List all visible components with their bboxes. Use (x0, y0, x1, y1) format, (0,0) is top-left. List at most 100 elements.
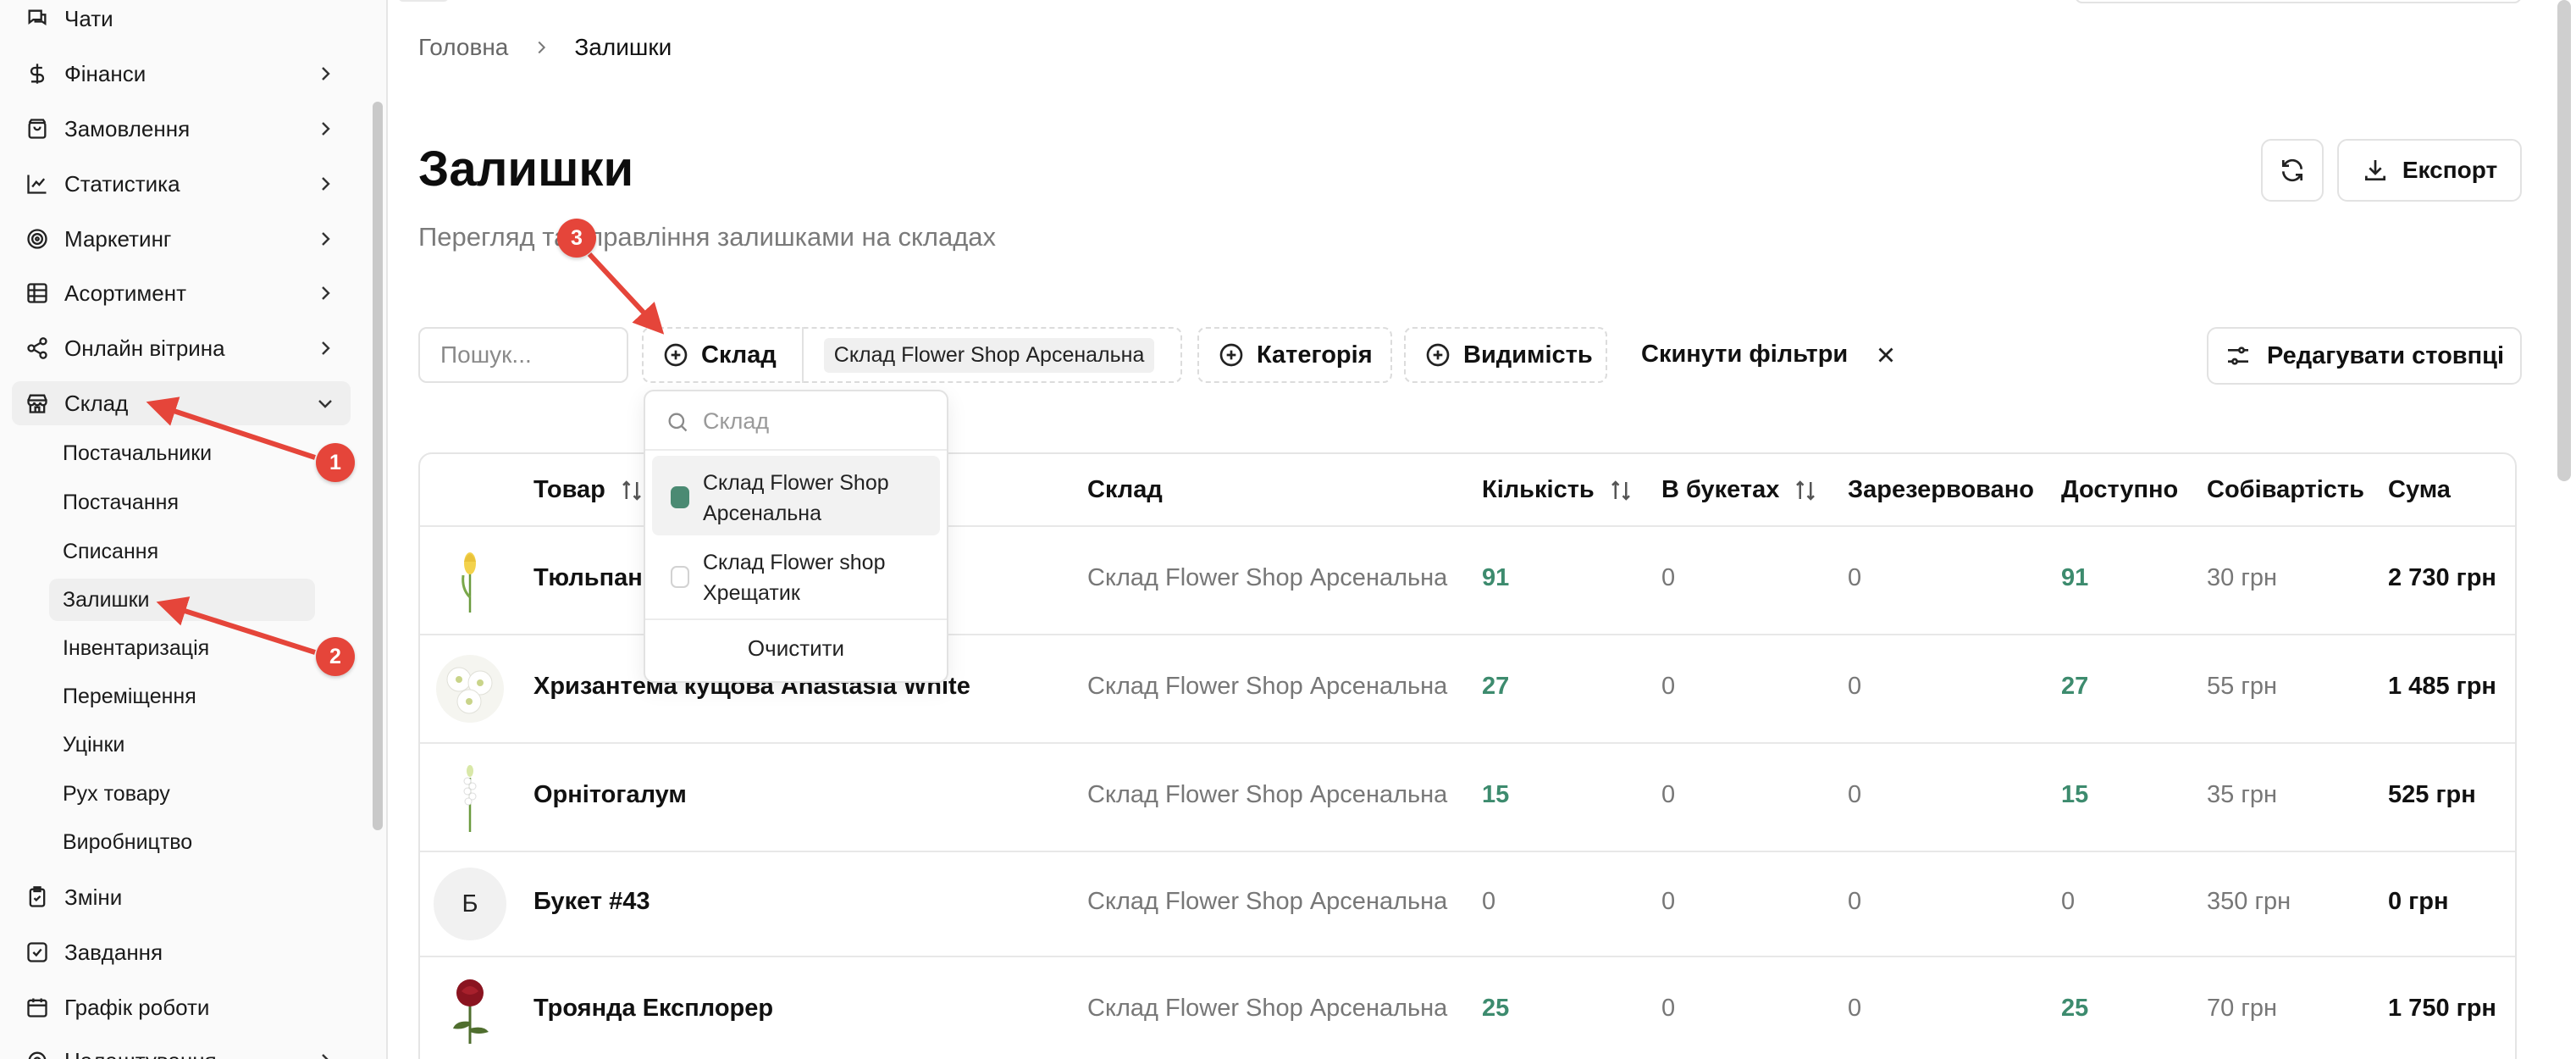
quantity-value: 0 (1482, 888, 1496, 915)
sidebar-item-label: Маркетинг (64, 225, 172, 252)
breadcrumb-home-link[interactable]: Головна (418, 34, 508, 61)
in-bouquets-value: 0 (1661, 995, 1676, 1022)
product-name[interactable]: Орнітогалум (533, 781, 687, 809)
product-name[interactable]: Тюльпан (533, 564, 643, 592)
dropdown-divider (645, 449, 947, 451)
export-button-label: Експорт (2402, 157, 2498, 183)
cost-value: 70 грн (2207, 995, 2278, 1022)
sort-icon (622, 480, 641, 501)
product-name[interactable]: Троянда Експлорер (533, 995, 773, 1023)
plus-circle-icon (664, 343, 688, 367)
reserved-value: 0 (1848, 673, 1862, 700)
sidebar-item-finance[interactable]: Фінанси (12, 52, 351, 96)
sum-value: 525 грн (2388, 781, 2476, 808)
warehouse-name: Склад Flower Shop Арсенальна (1087, 888, 1448, 915)
calendar-icon (25, 995, 49, 1019)
close-icon[interactable] (1873, 342, 1899, 368)
chevron-down-icon (318, 400, 332, 408)
warehouse-filter-label: Склад (701, 341, 777, 369)
warehouse-selected-tag: Склад Flower Shop Арсенальна (823, 337, 1155, 373)
option-checkbox[interactable] (671, 486, 689, 508)
product-thumbnail-ornithogalum (434, 761, 506, 834)
sidebar-subitem-writeoffs[interactable]: Списання (49, 530, 315, 573)
export-button[interactable]: Експорт (2337, 139, 2522, 202)
dropdown-option-khreshchatyk[interactable]: Склад Flower shop Хрещатик (652, 535, 940, 615)
dropdown-option-arsenalna[interactable]: Склад Flower Shop Арсенальна (652, 456, 940, 535)
sum-value: 1 485 грн (2388, 673, 2496, 700)
table-row[interactable]: Троянда Експлорер Склад Flower Shop Арсе… (420, 957, 2515, 1059)
sidebar-item-orders[interactable]: Замовлення (12, 107, 351, 151)
grid-table-icon (25, 281, 49, 305)
product-name[interactable]: Букет #43 (533, 888, 650, 916)
sidebar-item-chats[interactable]: Чати (12, 0, 351, 41)
edit-columns-button[interactable]: Редагувати стовпці (2207, 327, 2522, 385)
sidebar-subitem-markdowns[interactable]: Уцінки (49, 724, 315, 766)
chevron-right-icon (322, 177, 330, 191)
dropdown-search[interactable]: Склад (666, 408, 769, 435)
sidebar-subitem-production[interactable]: Виробництво (49, 821, 315, 863)
chevron-right-icon (322, 232, 330, 246)
in-bouquets-value: 0 (1661, 564, 1676, 591)
sidebar-item-tasks[interactable]: Завдання (12, 930, 351, 974)
refresh-button[interactable] (2261, 139, 2324, 202)
product-thumbnail-letter: Б (434, 868, 506, 940)
visibility-filter-chip[interactable]: Видимість (1404, 327, 1607, 383)
sidebar-item-settings[interactable]: Налаштування (12, 1039, 351, 1059)
sidebar-item-statistics[interactable]: Статистика (12, 162, 351, 206)
sidebar-item-label: Замовлення (64, 115, 191, 141)
column-header-product[interactable]: Товар (533, 476, 644, 504)
option-checkbox[interactable] (671, 566, 689, 588)
warehouse-filter-chip[interactable]: Склад Склад Flower Shop Арсенальна (642, 327, 1182, 383)
column-header-label: В букетах (1661, 476, 1780, 503)
table-row[interactable]: Орнітогалум Склад Flower Shop Арсенальна… (420, 744, 2515, 851)
sidebar-item-shifts[interactable]: Зміни (12, 875, 351, 919)
sidebar: Чати Фінанси Замовлення Статистика Марке… (0, 0, 388, 1059)
shopping-bag-icon (25, 117, 49, 141)
column-header-in-bouquets[interactable]: В букетах (1661, 476, 1818, 504)
column-header-label: Товар (533, 476, 605, 503)
plus-circle-icon (1219, 343, 1243, 367)
reserved-value: 0 (1848, 564, 1862, 591)
reset-filters-button[interactable]: Скинути фільтри (1641, 341, 1848, 369)
column-header-quantity[interactable]: Кількість (1482, 476, 1633, 504)
table-row[interactable]: Б Букет #43 Склад Flower Shop Арсенальна… (420, 852, 2515, 956)
sidebar-item-online-store[interactable]: Онлайн вітрина (12, 326, 351, 370)
sidebar-subitem-product-movement[interactable]: Рух товару (49, 773, 315, 815)
sort-icon (1611, 480, 1630, 501)
chip-divider (801, 327, 804, 383)
sidebar-subitem-label: Рух товару (63, 781, 170, 806)
sidebar-item-warehouse[interactable]: Склад (12, 381, 351, 425)
sidebar-item-label: Склад (64, 390, 129, 416)
product-thumbnail-chrysanthemum (434, 652, 506, 725)
sidebar-subitem-label: Уцінки (63, 732, 125, 757)
in-bouquets-value: 0 (1661, 781, 1676, 808)
share-icon (25, 336, 49, 360)
category-filter-chip[interactable]: Категорія (1197, 327, 1392, 383)
sidebar-item-marketing[interactable]: Маркетинг (12, 217, 351, 261)
sidebar-item-assortment[interactable]: Асортимент (12, 271, 351, 315)
dropdown-clear-button[interactable]: Очистити (645, 635, 947, 662)
sidebar-item-schedule[interactable]: Графік роботи (12, 985, 351, 1029)
main-scrollbar[interactable] (2557, 0, 2571, 481)
sidebar-subitem-stock[interactable]: Залишки (49, 579, 315, 621)
sidebar-subitem-suppliers[interactable]: Постачальники (49, 432, 315, 474)
sidebar-subitem-supplies[interactable]: Постачання (49, 481, 315, 524)
sidebar-subitem-label: Переміщення (63, 684, 196, 708)
chevron-right-icon (538, 41, 546, 54)
sidebar-subitem-inventory[interactable]: Інвентаризація (49, 627, 315, 669)
sidebar-subitem-label: Списання (63, 539, 159, 563)
column-header-label: Склад (1087, 476, 1163, 503)
sort-icon (1796, 480, 1816, 501)
annotation-arrow-3 (587, 252, 665, 335)
quantity-value: 25 (1482, 995, 1510, 1022)
chevron-right-icon (322, 67, 330, 80)
sidebar-scrollbar[interactable] (373, 102, 383, 830)
dropdown-search-placeholder: Склад (703, 408, 770, 434)
top-search-box[interactable] (2075, 0, 2522, 3)
sidebar-subitem-transfers[interactable]: Переміщення (49, 675, 315, 718)
sidebar-item-label: Налаштування (64, 1048, 217, 1059)
search-input[interactable] (418, 327, 628, 383)
sidebar-subitem-label: Залишки (63, 587, 150, 612)
sidebar-subitem-label: Постачання (63, 490, 179, 514)
quantity-value: 15 (1482, 781, 1510, 808)
